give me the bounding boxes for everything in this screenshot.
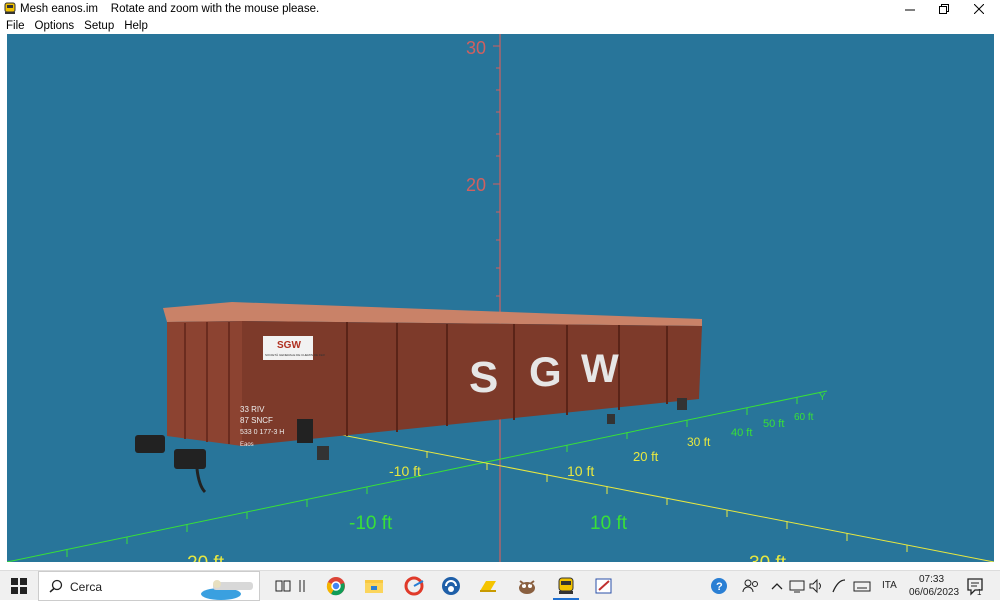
wagon-end-face xyxy=(167,321,242,446)
green-tick-60: 60 ft xyxy=(794,412,814,423)
language-indicator[interactable]: ITA xyxy=(882,580,897,591)
keyboard-icon[interactable] xyxy=(853,575,871,597)
search-highlight-illustration-icon xyxy=(201,580,253,600)
taskbar-search-box[interactable]: Cerca xyxy=(38,571,260,601)
3d-scene[interactable]: 30 20 -10 ft 10 ft 40 ft 50 ft 60 ft Y -… xyxy=(7,34,994,562)
windows-logo-icon xyxy=(11,578,27,594)
pen-icon[interactable] xyxy=(830,575,848,597)
end-plate-subtitle: SOCIETÀ GENERALE DE CHEMIN DE FER xyxy=(265,353,326,357)
people-icon[interactable] xyxy=(740,575,762,597)
yellow-tick-30: 30 ft xyxy=(687,435,711,449)
wagon-buffer-left xyxy=(135,435,165,453)
search-icon xyxy=(49,579,63,593)
green-tick-10: 10 ft xyxy=(590,513,628,534)
green-tick-50: 50 ft xyxy=(763,418,784,430)
menu-setup[interactable]: Setup xyxy=(84,18,120,34)
editor-app-icon[interactable] xyxy=(593,575,615,597)
edge-label-right: 30 ft xyxy=(749,553,787,562)
restore-icon xyxy=(939,4,949,14)
wagon-black-panel xyxy=(297,419,313,443)
ccleaner-icon[interactable] xyxy=(403,575,425,597)
title-bar[interactable]: Mesh eanos.im Rotate and zoom with the m… xyxy=(0,0,1000,18)
gimp-icon[interactable] xyxy=(516,575,538,597)
sync-app-icon[interactable] xyxy=(440,575,462,597)
close-icon xyxy=(974,4,984,14)
volume-icon[interactable] xyxy=(808,575,824,597)
menu-file[interactable]: File xyxy=(6,18,31,34)
widgets-divider-icon xyxy=(299,580,305,592)
3d-viewport[interactable]: 30 20 -10 ft 10 ft 40 ft 50 ft 60 ft Y -… xyxy=(7,34,994,562)
end-plate-line-2: 87 SNCF xyxy=(240,416,273,425)
file-explorer-icon[interactable] xyxy=(363,575,385,597)
search-placeholder: Cerca xyxy=(70,580,103,594)
cloud-drive-icon[interactable] xyxy=(477,575,499,597)
green-tick-40: 40 ft xyxy=(731,427,752,439)
vertical-tick-20: 20 xyxy=(466,175,486,195)
green-tick-neg10: -10 ft xyxy=(349,513,393,534)
start-button[interactable] xyxy=(0,571,38,601)
clock-time[interactable]: 07:33 xyxy=(919,574,944,585)
axis-letter-y: Y xyxy=(819,392,826,403)
yellow-tick-20: 20 ft xyxy=(633,449,659,464)
wagon-letter-g: G xyxy=(529,348,562,395)
wagon-buffer-right xyxy=(174,449,206,469)
minimize-icon xyxy=(905,9,915,11)
vertical-axis: 30 20 xyxy=(466,34,501,562)
task-view-icon[interactable] xyxy=(272,575,294,597)
end-plate-line-3: 533 0 177-3 H xyxy=(240,429,284,436)
menu-bar: File Options Setup Help xyxy=(0,18,1000,34)
yellow-axis: -10 ft 10 ft 20 ft 30 ft 20 ft 30 ft xyxy=(187,433,994,562)
window-title: Mesh eanos.im Rotate and zoom with the m… xyxy=(20,3,320,15)
menu-help[interactable]: Help xyxy=(124,18,154,34)
notifications-icon[interactable] xyxy=(964,575,986,597)
clock-date[interactable]: 06/06/2023 xyxy=(909,587,959,598)
show-hidden-icons-chevron-icon[interactable] xyxy=(770,575,784,597)
application-window: Mesh eanos.im Rotate and zoom with the m… xyxy=(0,0,1000,570)
yellow-tick-neg10: -10 ft xyxy=(389,463,421,479)
edge-label-left: 20 ft xyxy=(187,553,225,562)
train-app-icon xyxy=(4,2,16,14)
chrome-icon[interactable] xyxy=(325,575,347,597)
help-icon[interactable]: ? xyxy=(708,575,730,597)
vertical-tick-30: 30 xyxy=(466,38,486,58)
end-plate-logo: SGW xyxy=(277,340,301,351)
close-button[interactable] xyxy=(956,0,1000,18)
end-plate-line-1: 33 RIV xyxy=(240,405,265,414)
taskbar: Cerca ? ITA 07:33 06/06/2023 1 xyxy=(0,570,1000,601)
menu-options[interactable]: Options xyxy=(35,18,81,34)
wagon-letter-s: S xyxy=(469,353,498,402)
yellow-tick-10: 10 ft xyxy=(567,463,594,479)
end-plate-line-4: Eaos xyxy=(240,442,254,448)
notification-count: 1 xyxy=(977,588,982,597)
svg-text:?: ? xyxy=(716,581,723,593)
wagon-letter-w: W xyxy=(581,347,619,391)
network-icon[interactable] xyxy=(789,575,805,597)
train-app-taskbar-icon[interactable] xyxy=(555,575,577,597)
